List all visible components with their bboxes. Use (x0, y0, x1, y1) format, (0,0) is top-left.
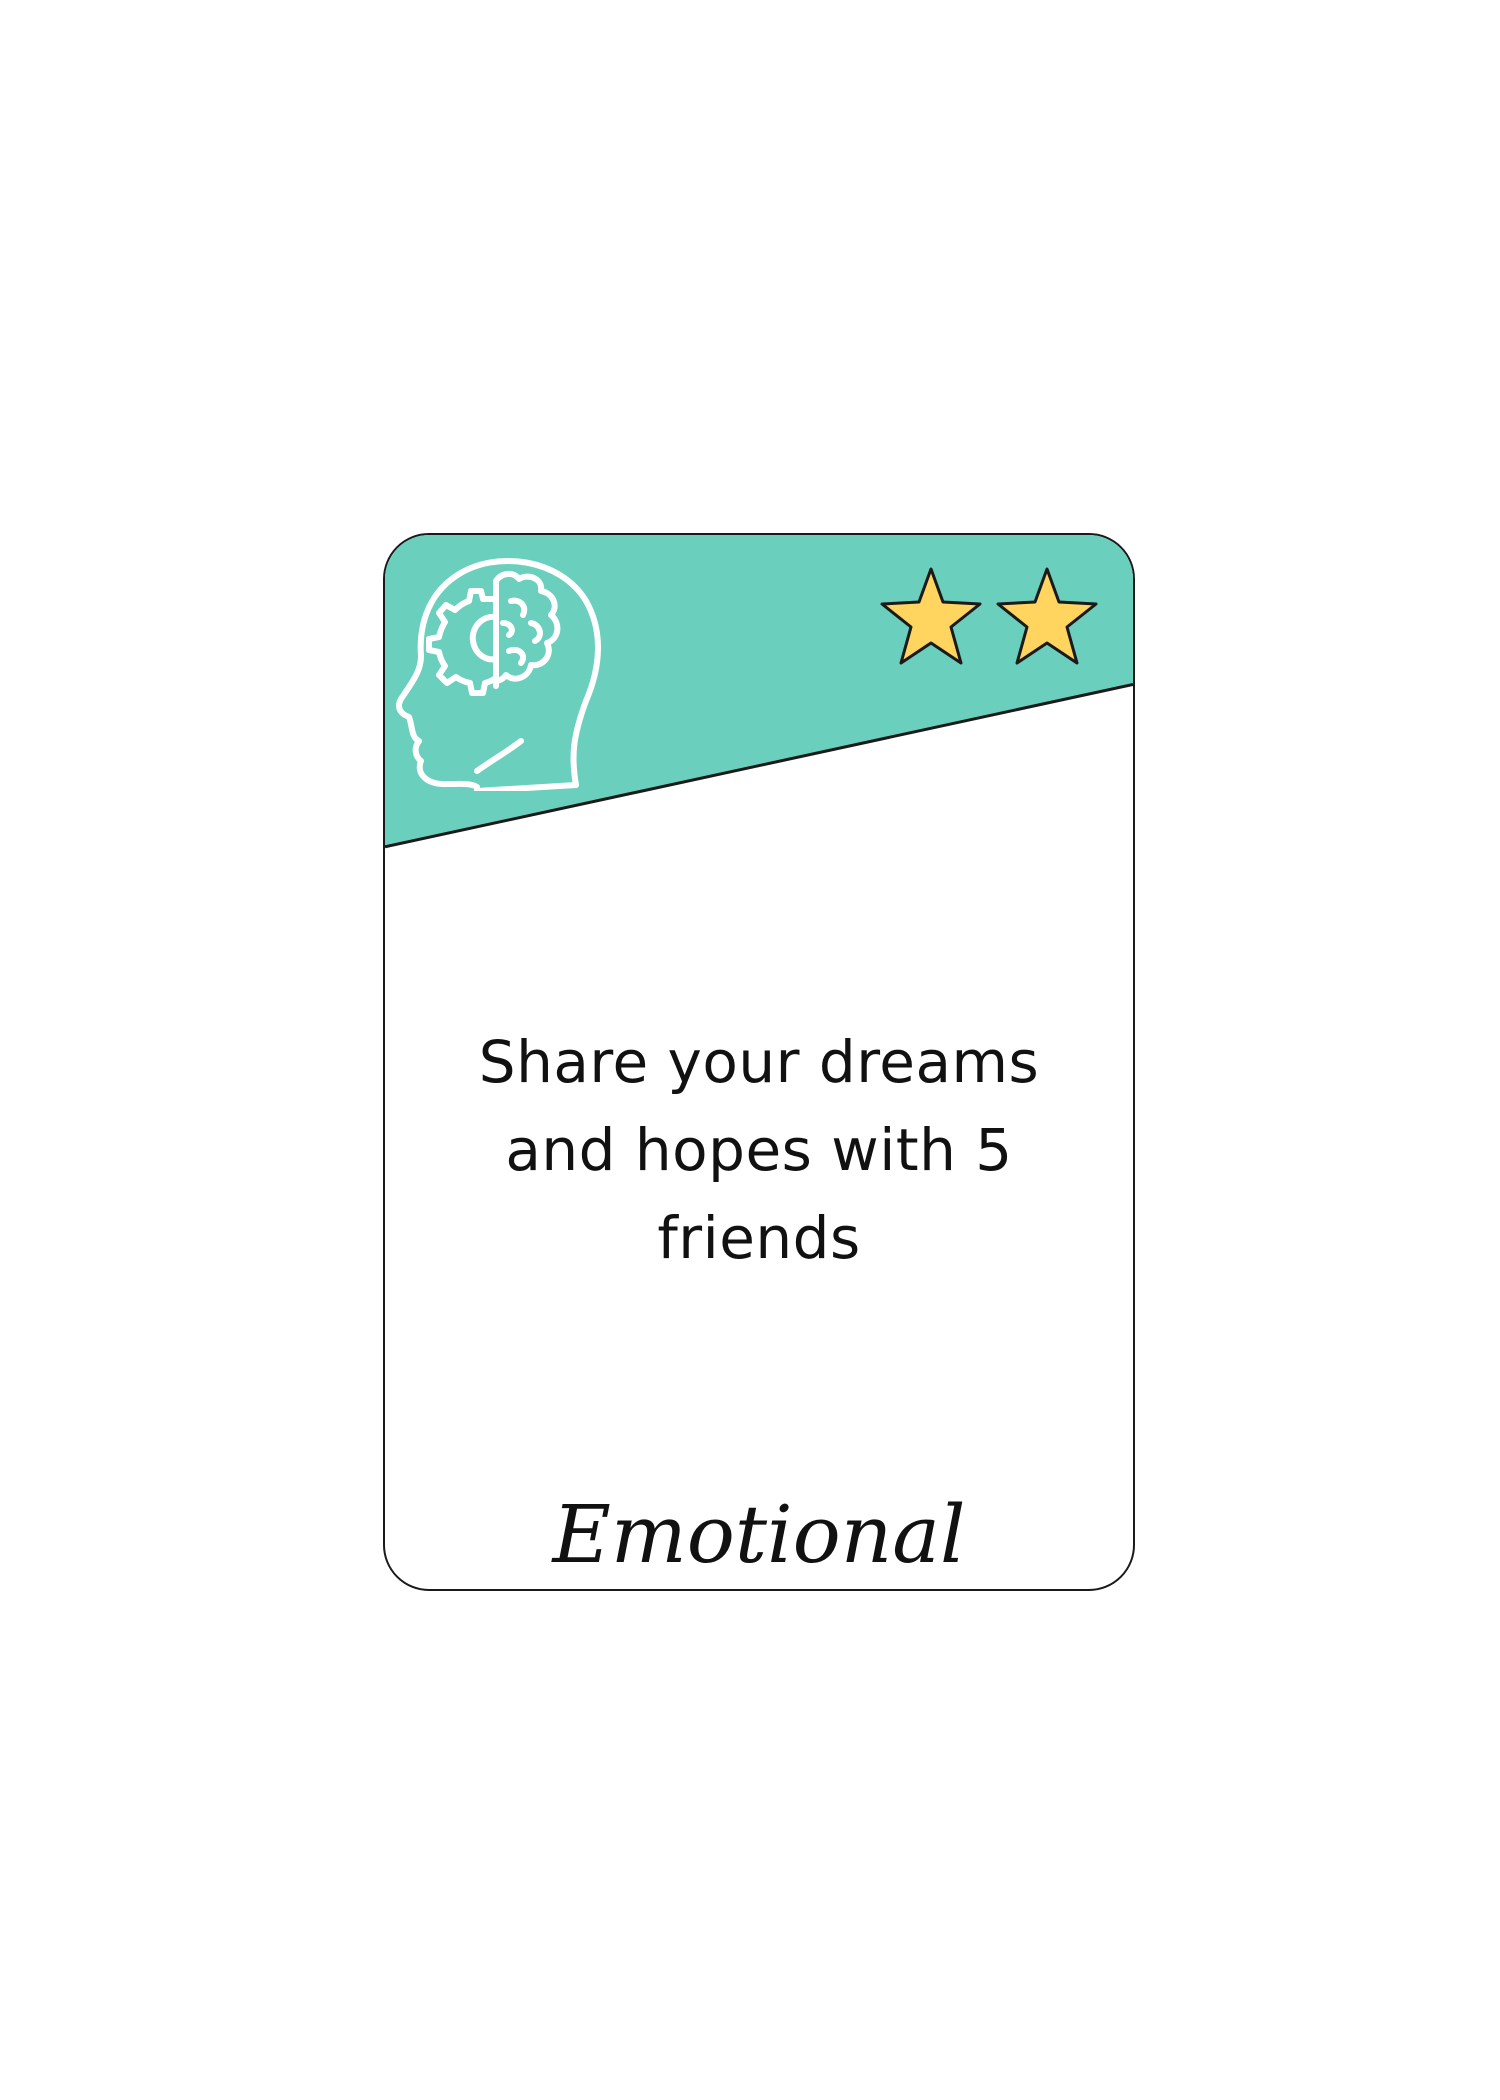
star-icon (996, 567, 1098, 665)
difficulty-rating (877, 564, 1102, 669)
head-brain-gear-icon (396, 557, 601, 791)
card-prompt: Share your dreams and hopes with 5 frien… (478, 1028, 1040, 1272)
star-icon (880, 567, 982, 665)
card-category: Emotional (552, 1488, 966, 1581)
challenge-card: Share your dreams and hopes with 5 frien… (383, 533, 1135, 1591)
